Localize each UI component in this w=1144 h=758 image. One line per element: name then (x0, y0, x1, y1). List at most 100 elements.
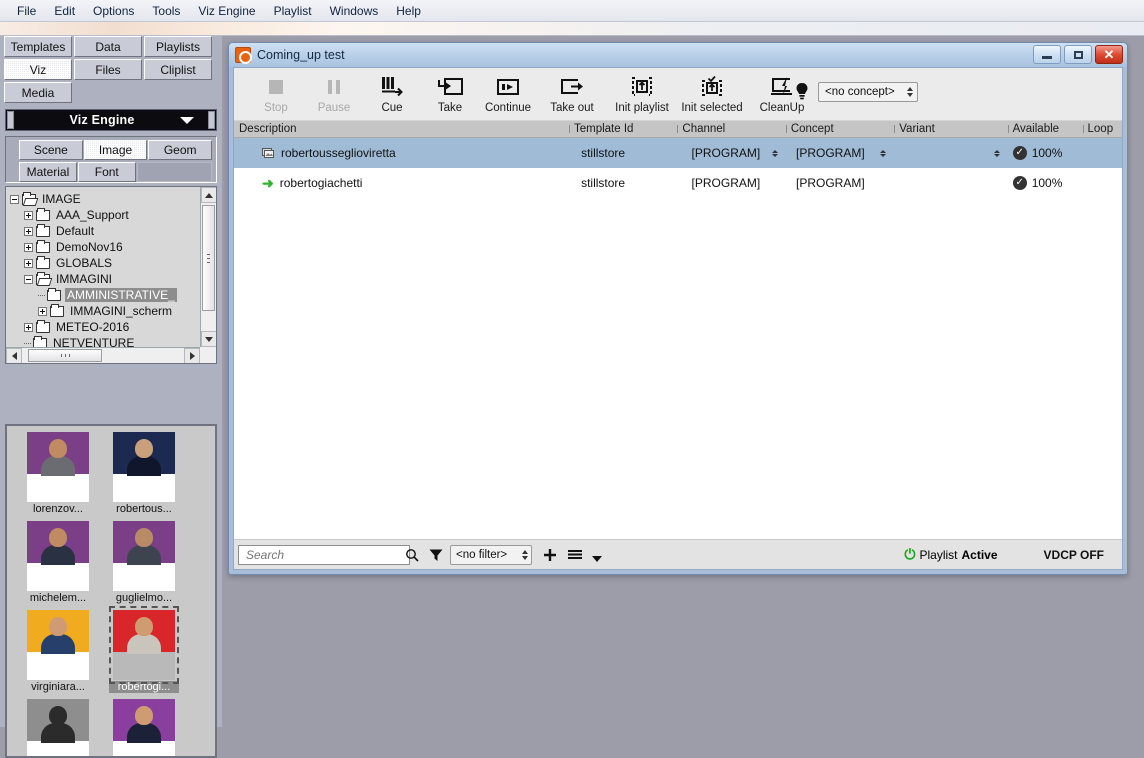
tree-collapse-icon[interactable] (24, 274, 33, 284)
thumbnail-item[interactable]: fabriziov... (109, 699, 179, 756)
available-check-icon (1012, 146, 1027, 160)
tree-node-image[interactable]: IMAGE (10, 191, 200, 207)
close-button[interactable]: ✕ (1095, 45, 1123, 64)
column-header-template-id[interactable]: Template Id (568, 123, 677, 135)
stop-button[interactable]: Stop (248, 73, 304, 114)
continue-button[interactable]: Continue (480, 73, 536, 114)
tree-expand-icon[interactable] (24, 210, 33, 220)
scroll-down-arrow-icon[interactable] (201, 331, 216, 347)
menu-item-options[interactable]: Options (84, 2, 143, 20)
tree-node-default[interactable]: Default (10, 223, 200, 239)
sidebar-tab-playlists[interactable]: Playlists (144, 36, 212, 57)
cue-button[interactable]: Cue (364, 73, 420, 114)
scroll-up-arrow-icon[interactable] (201, 187, 216, 203)
cell-channel[interactable]: [PROGRAM] (678, 176, 786, 190)
menu-item-playlist[interactable]: Playlist (265, 2, 321, 20)
tree-node-immagini[interactable]: IMMAGINI (10, 271, 200, 287)
sidebar-tab-files[interactable]: Files (74, 59, 142, 80)
sidebar-tab-templates[interactable]: Templates (4, 36, 72, 57)
sidebar-tab-cliplist[interactable]: Cliplist (144, 59, 212, 80)
viz-engine-header[interactable]: Viz Engine (5, 109, 217, 131)
lightbulb-icon[interactable] (794, 82, 810, 102)
search-input[interactable] (244, 546, 405, 563)
column-header-channel[interactable]: Channel (677, 123, 785, 135)
init-playlist-button[interactable]: Init playlist (608, 73, 676, 114)
sidebar-tab-media[interactable]: Media (4, 82, 72, 103)
init-selected-button[interactable]: Init selected (678, 73, 746, 114)
thumbnail-item[interactable]: virginiara... (23, 610, 93, 693)
take-out-icon (558, 73, 586, 101)
tree-expand-icon[interactable] (38, 306, 47, 316)
filter-funnel-icon[interactable] (428, 547, 444, 563)
asset-tab-font[interactable]: Font (77, 162, 136, 182)
tree-expand-icon[interactable] (24, 322, 33, 332)
scroll-right-arrow-icon[interactable] (184, 348, 200, 363)
column-header-loop[interactable]: Loop (1082, 123, 1122, 135)
thumbnail-item[interactable]: sagoma (23, 699, 93, 756)
tree-node-globals[interactable]: GLOBALS (10, 255, 200, 271)
thumbnail-item[interactable]: guglielmo... (109, 521, 179, 604)
cell-channel[interactable]: [PROGRAM] (678, 146, 786, 160)
menu-item-windows[interactable]: Windows (321, 2, 388, 20)
tree-vertical-scrollbar[interactable] (200, 187, 216, 347)
tree-node-label: IMMAGINI (56, 272, 112, 286)
tree-horizontal-scrollbar[interactable] (6, 347, 200, 363)
tree-expand-icon[interactable] (24, 258, 33, 268)
menu-item-tools[interactable]: Tools (143, 2, 189, 20)
thumbnail-item[interactable]: michelem... (23, 521, 93, 604)
sidebar-tab-data[interactable]: Data (74, 36, 142, 57)
concept-spinner-icon[interactable] (880, 149, 887, 157)
take-out-button[interactable]: Take out (538, 73, 606, 114)
menu-item-viz-engine[interactable]: Viz Engine (189, 2, 264, 20)
chevron-down-icon[interactable] (180, 117, 194, 124)
tree-expand-icon[interactable] (24, 242, 33, 252)
cell-concept[interactable]: [PROGRAM] (786, 146, 894, 160)
asset-tab-scene[interactable]: Scene (19, 140, 83, 160)
column-header-concept[interactable]: Concept (785, 123, 894, 135)
search-icon[interactable] (405, 548, 419, 562)
thumbnail-item[interactable]: robertogi... (109, 606, 179, 693)
column-header-variant[interactable]: Variant (894, 123, 1007, 135)
tree-node-netventure[interactable]: NETVENTURE (10, 335, 200, 347)
column-header-available[interactable]: Available (1007, 123, 1083, 135)
take-button[interactable]: Take (422, 73, 478, 114)
scroll-left-arrow-icon[interactable] (6, 348, 22, 363)
maximize-button[interactable] (1064, 45, 1092, 64)
thumbnail-item[interactable]: lorenzov... (23, 432, 93, 515)
tree-node-immagini-scherm[interactable]: IMMAGINI_scherm (10, 303, 200, 319)
table-row[interactable]: robertousseglioviretta stillstore [PROGRAM… (234, 138, 1122, 168)
more-options-chevron-icon[interactable] (591, 555, 603, 563)
tree-expand-icon[interactable] (24, 226, 33, 236)
cell-variant[interactable] (894, 149, 1007, 157)
tree-node-aaa-support[interactable]: AAA_Support (10, 207, 200, 223)
minimize-button[interactable] (1033, 45, 1061, 64)
asset-tab-geom[interactable]: Geom (148, 140, 213, 160)
menu-item-edit[interactable]: Edit (45, 2, 84, 20)
playlist-title-bar[interactable]: Coming_up test ✕ (229, 43, 1127, 67)
thumbnail-item[interactable]: robertous... (109, 432, 179, 515)
column-header-description[interactable]: Description (234, 123, 569, 135)
list-view-button[interactable] (567, 547, 583, 563)
asset-tab-material[interactable]: Material (19, 162, 77, 182)
thumbnail-label: michelem... (29, 592, 87, 604)
tree-node-demonov16[interactable]: DemoNov16 (10, 239, 200, 255)
filter-dropdown[interactable]: <no filter> (450, 544, 532, 565)
pause-button[interactable]: Pause (306, 73, 362, 114)
menu-item-help[interactable]: Help (387, 2, 430, 20)
cell-concept[interactable]: [PROGRAM] (786, 176, 894, 190)
sidebar-tab-viz[interactable]: Viz (4, 59, 72, 80)
search-box[interactable] (238, 544, 419, 565)
tree-collapse-icon[interactable] (10, 194, 19, 204)
menu-item-file[interactable]: File (8, 2, 45, 20)
add-item-button[interactable] (542, 547, 558, 563)
table-row[interactable]: ➜ robertogiachetti stillstore [PROGRAM] [PRO… (234, 168, 1122, 198)
tree-node-meteo-2016[interactable]: METEO-2016 (10, 319, 200, 335)
tree-node-amministrative[interactable]: AMMINISTRATIVE_ (10, 287, 200, 303)
tree-hscroll-thumb[interactable] (28, 349, 102, 362)
variant-spinner-icon[interactable] (993, 149, 1000, 157)
channel-spinner-icon[interactable] (772, 149, 778, 157)
tree-vscroll-thumb[interactable] (202, 205, 215, 311)
take-label: Take (437, 102, 463, 114)
concept-dropdown[interactable]: <no concept> (818, 82, 918, 102)
asset-tab-image[interactable]: Image (83, 140, 148, 160)
